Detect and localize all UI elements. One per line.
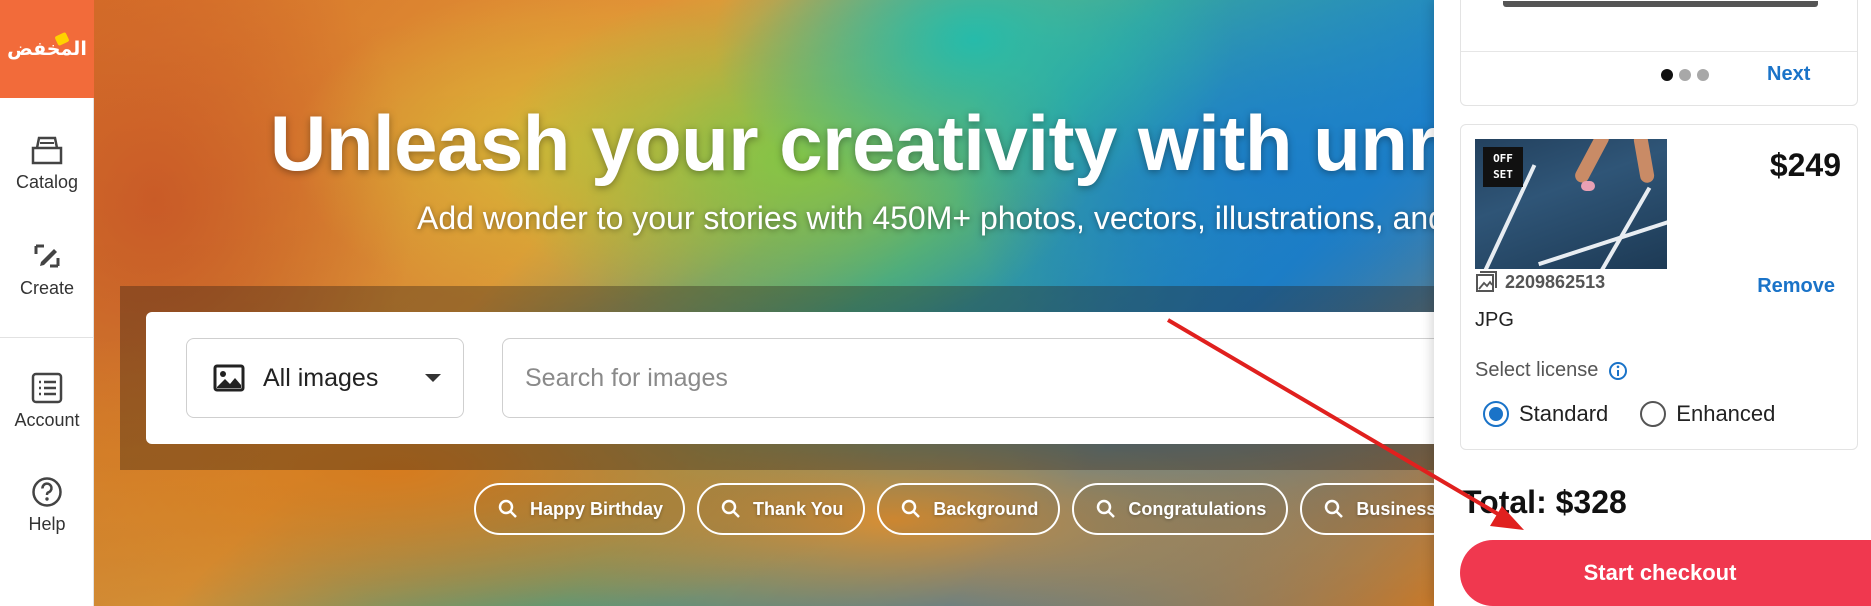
search-icon xyxy=(498,499,517,518)
item-format: JPG xyxy=(1475,309,1514,331)
cart-total: Total: $328 xyxy=(1462,484,1627,520)
chip-happy-birthday[interactable]: Happy Birthday xyxy=(474,483,686,535)
suggestion-chips: Happy Birthday Thank You Background Cong… xyxy=(474,483,1434,535)
search-icon xyxy=(1325,499,1344,518)
hero-title: Unleash your creativity with unrivaled xyxy=(270,99,1434,187)
license-label-text: Select license xyxy=(1475,359,1599,381)
sidebar-item-label: Account xyxy=(14,410,80,430)
carousel-dots xyxy=(1661,69,1709,81)
cart-panel: Next OFF SET $249 2209862513 Remove JPG … xyxy=(1434,0,1871,606)
track-lane-line xyxy=(1538,215,1667,267)
chevron-down-icon xyxy=(425,374,441,382)
sidebar-item-account[interactable]: Account xyxy=(0,372,94,431)
cart-item-card: OFF SET $249 2209862513 Remove JPG Selec… xyxy=(1460,124,1858,450)
sidebar-item-create[interactable]: Create xyxy=(0,240,94,299)
runner-arm xyxy=(1632,139,1656,184)
carousel-next-link[interactable]: Next xyxy=(1767,63,1810,86)
start-checkout-button[interactable]: Start checkout xyxy=(1460,540,1871,606)
card-divider xyxy=(1461,51,1857,52)
sidebar-item-label: Create xyxy=(19,278,75,298)
sidebar-item-catalog[interactable]: Catalog xyxy=(0,134,94,193)
item-price: $249 xyxy=(1769,147,1841,183)
search-icon xyxy=(902,499,921,518)
chip-congratulations[interactable]: Congratulations xyxy=(1072,483,1289,535)
sidebar-item-label: Catalog xyxy=(15,172,79,192)
license-radio-enhanced[interactable] xyxy=(1640,401,1667,427)
cart-carousel-card: Next xyxy=(1460,0,1858,106)
chip-thank-you[interactable]: Thank You xyxy=(697,483,866,535)
left-sidebar: المخفض Catalog Create Account Help xyxy=(0,0,94,606)
chip-label: Business xyxy=(1356,498,1434,519)
account-icon xyxy=(31,372,63,404)
chip-background[interactable]: Background xyxy=(877,483,1061,535)
license-option-label[interactable]: Enhanced xyxy=(1676,401,1775,427)
item-id: 2209862513 xyxy=(1475,271,1605,293)
carousel-dot[interactable] xyxy=(1697,69,1709,81)
search-icon xyxy=(1097,499,1116,518)
item-id-value: 2209862513 xyxy=(1505,271,1606,292)
carousel-dot[interactable] xyxy=(1661,69,1673,81)
image-type-value: All images xyxy=(263,363,379,392)
image-icon xyxy=(213,364,245,392)
image-type-dropdown[interactable]: All images xyxy=(186,338,464,418)
sidebar-item-help[interactable]: Help xyxy=(0,476,94,535)
license-label: Select license xyxy=(1475,359,1628,382)
chip-label: Background xyxy=(933,498,1039,519)
offset-watermark: OFF SET xyxy=(1483,147,1523,187)
carousel-dot[interactable] xyxy=(1679,69,1691,81)
search-input[interactable] xyxy=(502,338,1434,418)
chip-label: Congratulations xyxy=(1128,498,1267,519)
chip-business[interactable]: Business xyxy=(1300,483,1434,535)
sidebar-divider xyxy=(0,337,94,338)
license-options: Standard Enhanced xyxy=(1483,401,1775,427)
create-icon xyxy=(34,244,60,268)
help-icon xyxy=(32,477,62,507)
item-thumbnail[interactable]: OFF SET xyxy=(1475,139,1667,269)
hero-subtitle: Add wonder to your stories with 450M+ ph… xyxy=(417,200,1434,236)
sidebar-item-label: Help xyxy=(28,514,66,534)
remove-item-link[interactable]: Remove xyxy=(1757,275,1835,298)
search-icon xyxy=(721,499,740,518)
license-option-label[interactable]: Standard xyxy=(1519,401,1608,427)
runner-hand xyxy=(1581,181,1595,191)
search-bar: All images xyxy=(146,312,1434,444)
logo-text: المخفض xyxy=(7,38,87,60)
carousel-thumbnail xyxy=(1503,1,1818,7)
chip-label: Happy Birthday xyxy=(530,498,664,519)
chip-label: Thank You xyxy=(753,498,844,519)
license-radio-standard[interactable] xyxy=(1483,401,1509,427)
info-icon[interactable] xyxy=(1608,361,1628,381)
catalog-icon xyxy=(31,136,63,165)
image-id-icon xyxy=(1476,271,1497,292)
brand-logo[interactable]: المخفض xyxy=(0,0,94,98)
runner-arm xyxy=(1572,139,1612,186)
hero-banner: Unleash your creativity with unrivaled A… xyxy=(94,0,1434,606)
